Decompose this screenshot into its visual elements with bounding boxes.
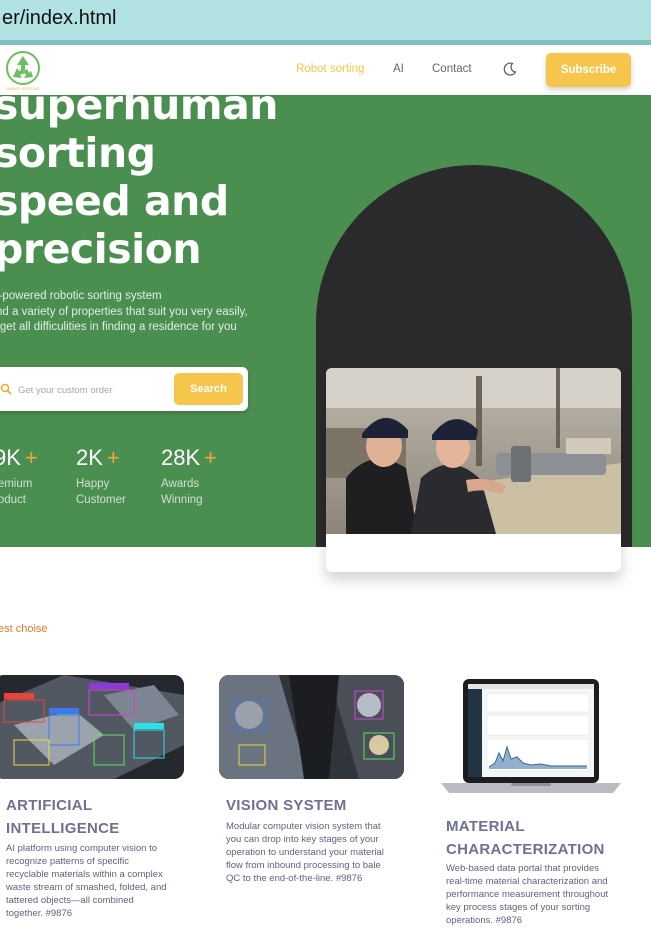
laptop-dashboard-image: [441, 679, 621, 793]
svg-text:ROBOT SORTING: ROBOT SORTING: [6, 86, 39, 91]
address-url[interactable]: er/index.html: [2, 7, 117, 30]
feature-vision-description: Modular computer vision system that you …: [226, 821, 384, 884]
search-input[interactable]: [16, 379, 170, 401]
recycle-logo-icon[interactable]: ROBOT SORTING: [4, 50, 42, 92]
nav-robot-sorting[interactable]: Robot sorting: [296, 63, 364, 75]
nav-ai[interactable]: AI: [393, 63, 404, 75]
section-eyebrow: est choise: [0, 623, 48, 635]
subscribe-button[interactable]: Subscribe: [546, 53, 631, 87]
feature-ai-title: ARTIFICIAL INTELLIGENCE: [6, 797, 120, 837]
moon-icon[interactable]: [503, 62, 517, 76]
hero-photo-card: [326, 368, 621, 572]
feature-material-description: Web-based data portal that provides real…: [446, 863, 609, 926]
stat-happy-customer: 2K + Happy Customer: [76, 445, 126, 506]
browser-address-bar[interactable]: er/index.html: [0, 0, 651, 41]
hero-title: superhuman sorting speed and precision: [0, 95, 278, 273]
feature-ai-image: [0, 675, 184, 779]
vision-system-image: [219, 675, 404, 779]
feature-vision-title: VISION SYSTEM: [226, 797, 347, 814]
hero-description: –powered robotic sorting system nd a var…: [0, 290, 248, 333]
workshop-photo: [326, 368, 621, 534]
feature-ai-description: AI platform using computer vision to rec…: [6, 843, 167, 919]
search-box: Search: [0, 367, 248, 411]
feature-material-title: MATERIAL CHARACTERIZATION: [446, 818, 605, 858]
stat-awards-winning: 28K + Awards Winning: [161, 445, 218, 506]
ai-detection-image: [0, 675, 184, 779]
site-header: ROBOT SORTING Robot sorting AI Contact S…: [0, 45, 651, 95]
search-icon: [0, 383, 12, 395]
search-button[interactable]: Search: [174, 373, 243, 405]
stat-premium-product: 9K+ remium roduct: [0, 445, 38, 506]
feature-vision-image: [219, 675, 404, 779]
feature-material-image: [441, 677, 621, 797]
nav-contact[interactable]: Contact: [432, 63, 472, 75]
